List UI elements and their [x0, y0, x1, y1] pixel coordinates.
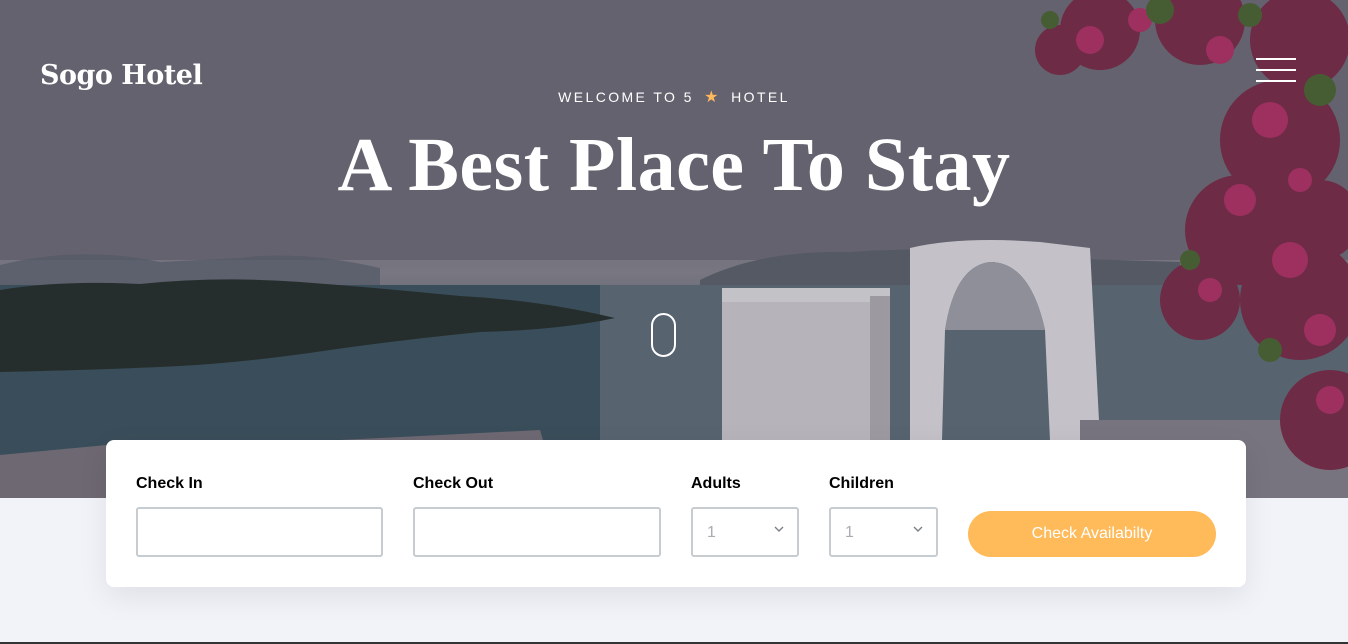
check-availability-button[interactable]: Check Availabilty [968, 511, 1216, 557]
children-label: Children [829, 475, 894, 492]
adults-label: Adults [691, 475, 741, 492]
hamburger-menu-icon[interactable] [1256, 58, 1296, 82]
hero-headline: A Best Place To Stay [337, 123, 1011, 207]
children-selected-value: 1 [845, 524, 854, 541]
chevron-down-icon [774, 526, 784, 532]
booking-form: Check In Check Out Adults 1 Children 1 C… [106, 440, 1246, 587]
check-out-label: Check Out [413, 475, 494, 492]
children-select[interactable]: 1 [829, 507, 938, 557]
star-icon: ★ [704, 89, 721, 106]
adults-select[interactable]: 1 [691, 507, 799, 557]
chevron-down-icon [913, 526, 923, 532]
check-in-label: Check In [136, 475, 203, 492]
check-in-input[interactable] [136, 507, 383, 557]
scroll-mouse-icon[interactable] [651, 313, 676, 357]
welcome-tagline: WELCOME TO 5 ★ HOTEL [0, 87, 1348, 107]
welcome-prefix: WELCOME TO 5 [558, 89, 694, 105]
check-out-input[interactable] [413, 507, 661, 557]
welcome-suffix: HOTEL [731, 89, 790, 105]
adults-selected-value: 1 [707, 524, 716, 541]
hero-section: Sogo Hotel WELCOME TO 5 ★ HOTEL A Best P… [0, 0, 1348, 498]
